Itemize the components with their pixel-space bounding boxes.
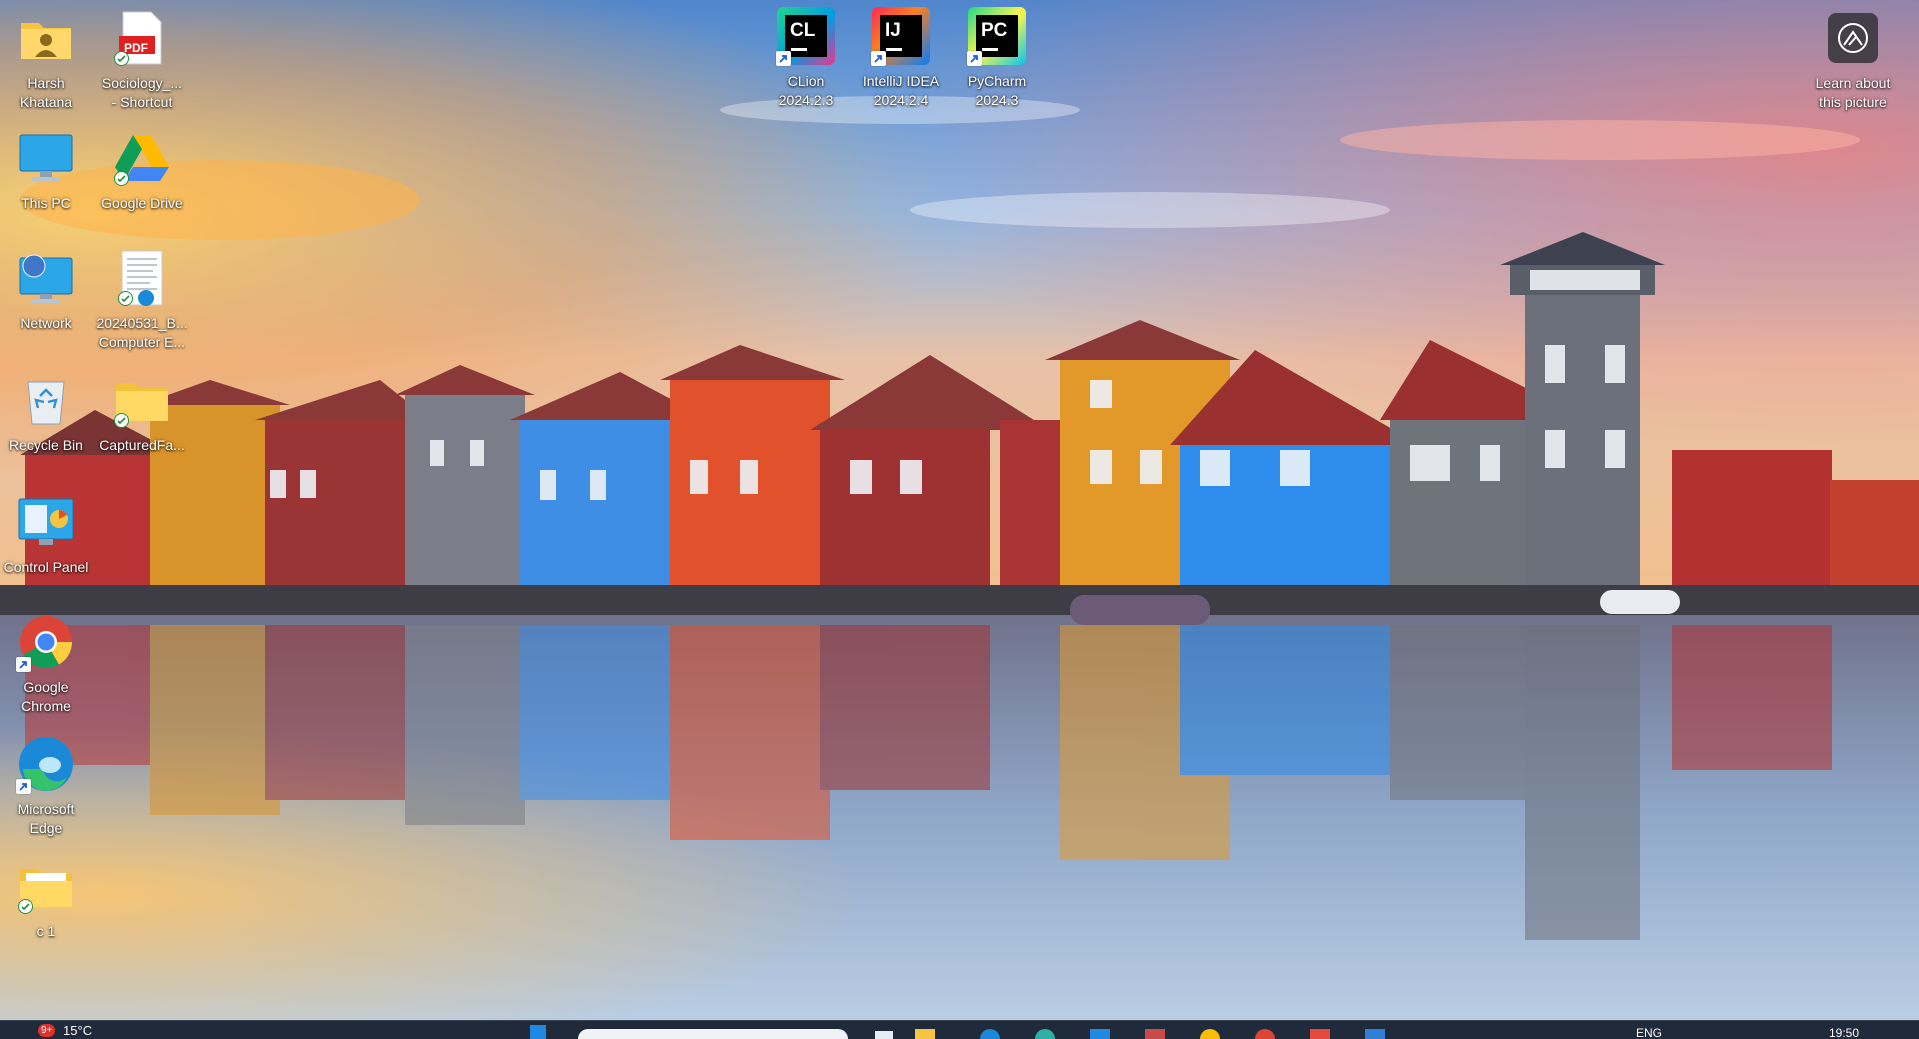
- desktop-icon-label: 20240531_B... Computer E...: [96, 315, 188, 350]
- desktop-icon-network[interactable]: Network: [0, 248, 94, 333]
- shortcut-arrow-icon: [16, 657, 31, 672]
- edge-app-icon: [138, 290, 154, 306]
- desktop-icon-google-drive[interactable]: Google Drive: [94, 128, 190, 213]
- desktop-icon-label: PyCharm 2024.3: [967, 73, 1027, 108]
- camera-icon: [1823, 8, 1883, 68]
- monitor-icon: [16, 128, 76, 188]
- desktop: Harsh Khatana PDF Sociology_... - Shortc…: [0, 0, 1919, 1020]
- desktop-icon-pycharm[interactable]: PC PyCharm 2024.3: [949, 6, 1045, 110]
- network-icon: [16, 248, 76, 308]
- shortcut-arrow-icon: [871, 51, 886, 66]
- google-drive-icon: [112, 128, 172, 188]
- intellij-badge: IJ: [885, 20, 901, 41]
- desktop-icon-harsh[interactable]: Harsh Khatana: [0, 8, 94, 112]
- shortcut-arrow-icon: [16, 779, 31, 794]
- desktop-icon-chrome[interactable]: Google Chrome: [0, 612, 94, 716]
- desktop-icon-label: Microsoft Edge: [17, 801, 75, 836]
- desktop-icon-intellij[interactable]: IJ IntelliJ IDEA 2024.2.4: [853, 6, 949, 110]
- pdf-badge: PDF: [124, 41, 148, 55]
- intellij-icon: IJ: [871, 6, 931, 66]
- desktop-icon-document[interactable]: 20240531_B... Computer E...: [94, 248, 190, 352]
- wallpaper: [0, 0, 1919, 1020]
- recycle-bin-icon: [16, 370, 76, 430]
- desktop-icon-label: Control Panel: [3, 559, 89, 575]
- desktop-icon-c1[interactable]: c 1: [0, 856, 94, 941]
- shortcut-arrow-icon: [776, 51, 791, 66]
- desktop-icon-label: c 1: [36, 923, 56, 939]
- chrome-icon: [16, 612, 76, 672]
- desktop-icon-captured[interactable]: CapturedFa...: [94, 370, 190, 455]
- desktop-icon-label: Sociology_... - Shortcut: [101, 75, 183, 110]
- desktop-icon-label: IntelliJ IDEA 2024.2.4: [862, 73, 940, 108]
- desktop-icon-label: CLion 2024.2.3: [778, 73, 834, 108]
- edge-icon: [16, 734, 76, 794]
- desktop-icon-clion[interactable]: CL CLion 2024.2.3: [758, 6, 854, 110]
- desktop-icon-label: Learn about this picture: [1815, 75, 1891, 110]
- language-indicator[interactable]: ENG: [1636, 1024, 1662, 1039]
- sync-status-icon: [114, 51, 129, 66]
- folder-icon: [112, 370, 172, 430]
- desktop-icon-edge[interactable]: Microsoft Edge: [0, 734, 94, 838]
- weather-widget[interactable]: 9+ 15°C: [38, 1022, 92, 1039]
- sync-status-icon: [118, 291, 133, 306]
- start-button[interactable]: [530, 1025, 546, 1039]
- sync-status-icon: [18, 899, 33, 914]
- shortcut-arrow-icon: [967, 51, 982, 66]
- desktop-icon-sociology[interactable]: PDF Sociology_... - Shortcut: [94, 8, 190, 112]
- clock[interactable]: 19:50: [1829, 1024, 1859, 1039]
- control-panel-icon: [16, 492, 76, 552]
- desktop-icon-learn-about-picture[interactable]: Learn about this picture: [1805, 8, 1901, 112]
- document-icon: [112, 248, 172, 308]
- desktop-icon-label: This PC: [21, 195, 71, 211]
- desktop-icon-this-pc[interactable]: This PC: [0, 128, 94, 213]
- desktop-icon-label: Google Drive: [101, 195, 183, 211]
- desktop-icon-label: Recycle Bin: [9, 437, 83, 453]
- folder-icon: [16, 856, 76, 916]
- weather-temp: 15°C: [63, 1023, 93, 1038]
- pycharm-badge: PC: [981, 20, 1008, 41]
- pdf-file-icon: PDF: [112, 8, 172, 68]
- sync-status-icon: [114, 413, 129, 428]
- desktop-icon-label: CapturedFa...: [99, 437, 185, 453]
- desktop-icon-label: Network: [20, 315, 72, 331]
- clion-icon: CL: [776, 6, 836, 66]
- desktop-icon-control-panel[interactable]: Control Panel: [0, 492, 94, 577]
- pycharm-icon: PC: [967, 6, 1027, 66]
- desktop-icon-recycle-bin[interactable]: Recycle Bin: [0, 370, 94, 455]
- desktop-icon-label: Harsh Khatana: [19, 75, 73, 110]
- user-folder-icon: [16, 8, 76, 68]
- notification-badge: 9+: [38, 1024, 56, 1037]
- taskbar: 9+ 15°C ENG 19:50: [0, 1020, 1919, 1039]
- sync-status-icon: [114, 171, 129, 186]
- clion-badge: CL: [790, 20, 816, 41]
- desktop-icon-label: Google Chrome: [21, 679, 71, 714]
